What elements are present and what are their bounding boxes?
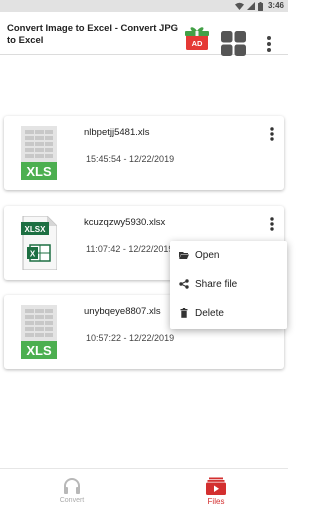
file-context-menu: Open Share file Delete xyxy=(170,241,287,329)
xls-file-icon: XLS xyxy=(21,126,57,180)
status-icons: 3:46 xyxy=(234,1,284,11)
file-card[interactable]: XLS nlbpetjj5481.xls 15:45:54 - 12/22/20… xyxy=(4,116,284,190)
xlsx-file-icon: XLSX X xyxy=(21,216,57,270)
menu-item-delete[interactable]: Delete xyxy=(170,299,287,327)
menu-item-open[interactable]: Open xyxy=(170,241,287,269)
app-title: Convert Image to Excel - Convert JPG to … xyxy=(7,23,179,46)
wifi-icon xyxy=(234,2,244,10)
file-name: unybqeye8807.xls xyxy=(84,306,161,317)
file-timestamp: 15:45:54 - 12/22/2019 xyxy=(86,154,175,164)
ad-badge-text: AD xyxy=(192,39,203,48)
menu-item-label: Open xyxy=(195,249,220,261)
file-name: kcuzqzwy5930.xlsx xyxy=(84,217,166,228)
nav-convert[interactable]: Convert xyxy=(0,469,144,512)
xls-file-icon: XLS xyxy=(21,305,57,359)
share-icon xyxy=(179,279,189,289)
file-type-label: XLS xyxy=(26,164,52,179)
signal-icon xyxy=(246,2,255,10)
menu-item-share[interactable]: Share file xyxy=(170,270,287,298)
file-type-label: XLSX xyxy=(25,225,47,234)
clock: 3:46 xyxy=(267,1,284,10)
trash-icon xyxy=(180,308,188,318)
files-video-icon xyxy=(206,477,226,495)
svg-text:X: X xyxy=(30,250,36,259)
file-name: nlbpetjj5481.xls xyxy=(84,127,150,138)
grid-view-icon[interactable] xyxy=(221,31,246,56)
file-options-icon[interactable] xyxy=(268,216,276,232)
menu-item-label: Share file xyxy=(195,278,238,290)
nav-files-label: Files xyxy=(207,497,225,506)
nav-files[interactable]: Files xyxy=(144,469,288,512)
file-timestamp: 11:07:42 - 12/22/2019 xyxy=(86,244,174,254)
status-bar: 3:46 xyxy=(0,0,288,12)
menu-item-label: Delete xyxy=(195,307,224,319)
nav-convert-label: Convert xyxy=(59,497,85,504)
folder-open-icon xyxy=(179,252,189,259)
battery-icon xyxy=(257,1,263,11)
app-toolbar: Convert Image to Excel - Convert JPG to … xyxy=(0,12,288,56)
file-options-icon[interactable] xyxy=(268,126,276,142)
file-type-label: XLS xyxy=(26,343,52,358)
bottom-navigation: Convert Files xyxy=(0,468,288,512)
ad-gift-icon[interactable]: AD xyxy=(185,25,209,51)
file-timestamp: 10:57:22 - 12/22/2019 xyxy=(86,333,175,343)
more-vert-icon[interactable] xyxy=(264,35,274,53)
headphones-icon xyxy=(64,478,80,494)
